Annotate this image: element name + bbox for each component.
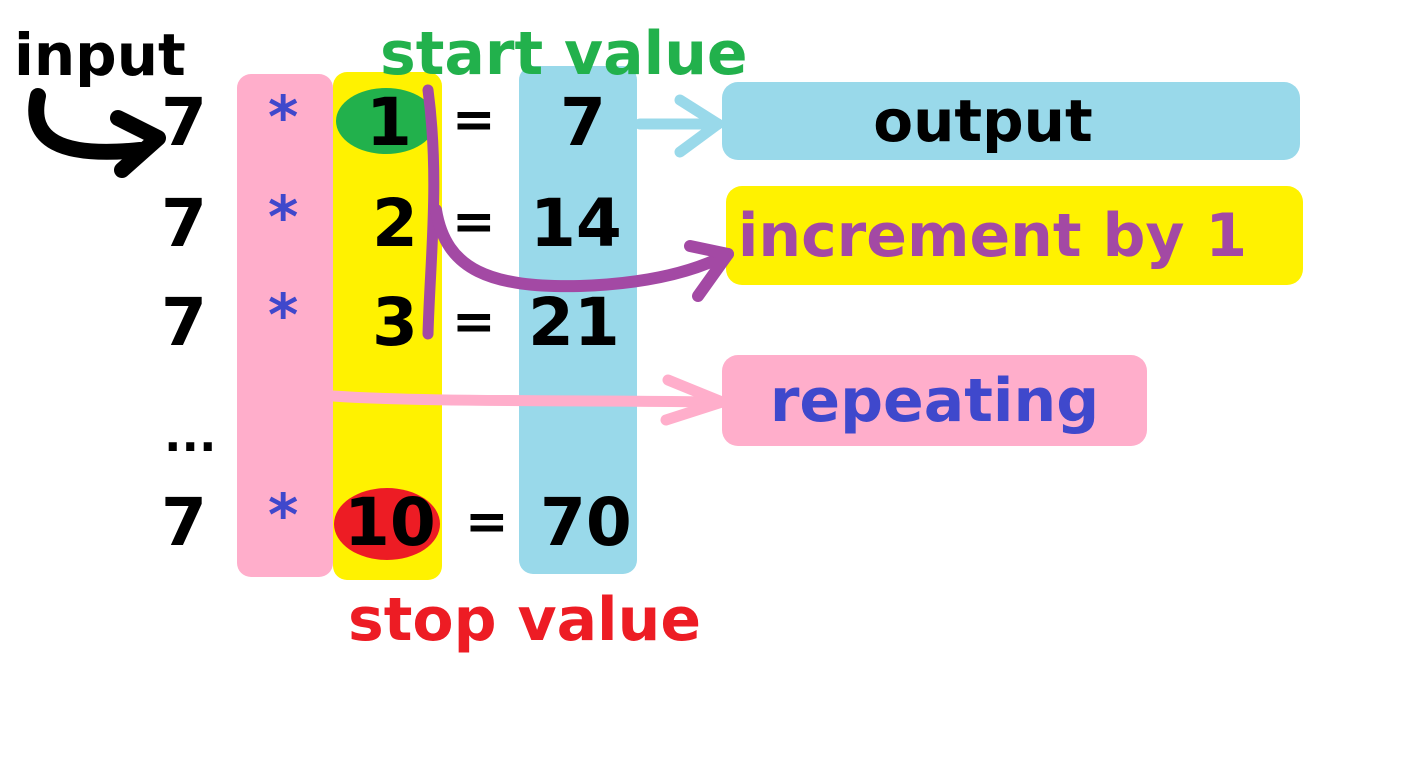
multiply-operator: *: [268, 481, 299, 549]
input-label: input: [14, 21, 186, 89]
input-arrow: [28, 88, 148, 160]
multiply-operator: *: [268, 183, 299, 251]
increment-callout-label: increment by 1: [737, 200, 1248, 271]
input-value: 7: [161, 185, 207, 262]
repeating-callout-label: repeating: [769, 365, 1100, 436]
counter-value: 10: [344, 484, 436, 561]
equals-sign: =: [452, 192, 496, 252]
output-callout: output: [722, 82, 1300, 160]
increment-callout: increment by 1: [726, 186, 1303, 285]
output-callout-label: output: [873, 87, 1093, 155]
multiply-operator: *: [268, 281, 299, 349]
equals-sign: =: [452, 292, 496, 352]
output-arrow-head: [674, 94, 724, 158]
input-value: 7: [161, 284, 207, 361]
counter-value: 1: [366, 84, 412, 161]
result-value: 14: [530, 185, 622, 262]
result-value: 7: [560, 84, 606, 161]
multiply-operator: *: [268, 83, 299, 151]
ellipsis: ...: [164, 408, 217, 462]
input-value: 7: [161, 84, 207, 161]
repeating-callout: repeating: [722, 355, 1147, 446]
result-value: 70: [540, 484, 632, 561]
start-value-label: start value: [380, 19, 748, 89]
equals-sign: =: [465, 492, 509, 552]
stop-value-label: stop value: [348, 585, 702, 655]
counter-value: 2: [372, 185, 418, 262]
counter-value: 3: [372, 284, 418, 361]
repeating-arrow-head: [660, 374, 728, 426]
result-value: 21: [528, 284, 620, 361]
equals-sign: =: [452, 90, 496, 150]
input-value: 7: [161, 484, 207, 561]
increment-arrow-head: [684, 240, 734, 302]
input-arrow-head: [110, 110, 166, 178]
